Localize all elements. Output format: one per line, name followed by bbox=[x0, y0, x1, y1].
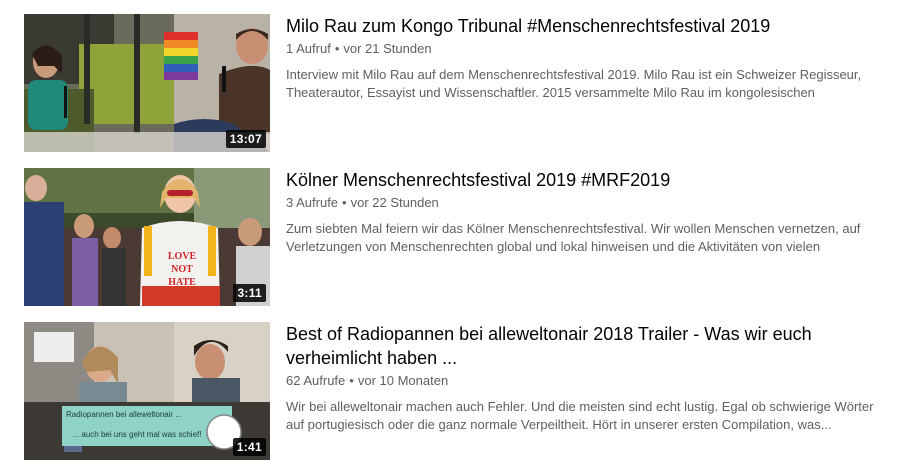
video-byline: 3 Aufrufe • vor 22 Stunden bbox=[286, 194, 886, 212]
video-title[interactable]: Milo Rau zum Kongo Tribunal #Menschenrec… bbox=[286, 14, 886, 38]
shirt-text-line: LOVE bbox=[167, 251, 197, 262]
upload-age: vor 21 Stunden bbox=[343, 41, 432, 56]
video-thumbnail[interactable]: 13:07 bbox=[24, 14, 270, 152]
banner-line: Radiopannen bei alleweltonair ... bbox=[66, 410, 183, 419]
video-description: Interview mit Milo Rau auf dem Menschenr… bbox=[286, 67, 862, 100]
view-count: 62 Aufrufe bbox=[286, 373, 346, 388]
video-duration: 3:11 bbox=[233, 284, 266, 302]
upload-age: vor 10 Monaten bbox=[357, 373, 449, 388]
video-title[interactable]: Best of Radiopannen bei alleweltonair 20… bbox=[286, 322, 886, 370]
view-count: 1 Aufruf bbox=[286, 41, 331, 56]
view-count: 3 Aufrufe bbox=[286, 195, 339, 210]
shirt-text-line: NOT bbox=[171, 264, 193, 275]
byline-separator: • bbox=[342, 195, 347, 210]
shirt-text-line: HATE bbox=[168, 277, 196, 288]
banner-line: ... auch bei uns geht mal was schief! bbox=[72, 430, 202, 439]
video-thumbnail[interactable]: Radiopannen bei alleweltonair ... ... au… bbox=[24, 322, 270, 460]
video-byline: 1 Aufruf • vor 21 Stunden bbox=[286, 40, 886, 58]
video-meta: Best of Radiopannen bei alleweltonair 20… bbox=[286, 322, 886, 434]
video-item: LOVE NOT HATE 3:11 Kölner Menschenrechts… bbox=[24, 168, 894, 308]
byline-separator: • bbox=[334, 41, 340, 56]
upload-age: vor 22 Stunden bbox=[350, 195, 439, 210]
thumbnail-banner: Radiopannen bei alleweltonair ... ... au… bbox=[62, 406, 212, 446]
video-description: Wir bei alleweltonair machen auch Fehler… bbox=[286, 399, 874, 432]
video-meta: Milo Rau zum Kongo Tribunal #Menschenrec… bbox=[286, 14, 886, 102]
video-item: Radiopannen bei alleweltonair ... ... au… bbox=[24, 322, 894, 462]
video-byline: 62 Aufrufe • vor 10 Monaten bbox=[286, 372, 886, 390]
video-duration: 1:41 bbox=[232, 438, 266, 456]
shirt-text: LOVE NOT HATE bbox=[162, 250, 202, 289]
video-meta: Kölner Menschenrechtsfestival 2019 #MRF2… bbox=[286, 168, 886, 256]
video-duration: 13:07 bbox=[225, 130, 266, 148]
video-item: 13:07 Milo Rau zum Kongo Tribunal #Mensc… bbox=[24, 14, 894, 154]
video-thumbnail[interactable]: LOVE NOT HATE 3:11 bbox=[24, 168, 270, 306]
video-list: 13:07 Milo Rau zum Kongo Tribunal #Mensc… bbox=[0, 0, 917, 473]
byline-separator: • bbox=[349, 373, 354, 388]
video-title[interactable]: Kölner Menschenrechtsfestival 2019 #MRF2… bbox=[286, 168, 886, 192]
video-description: Zum siebten Mal feiern wir das Kölner Me… bbox=[286, 221, 861, 254]
